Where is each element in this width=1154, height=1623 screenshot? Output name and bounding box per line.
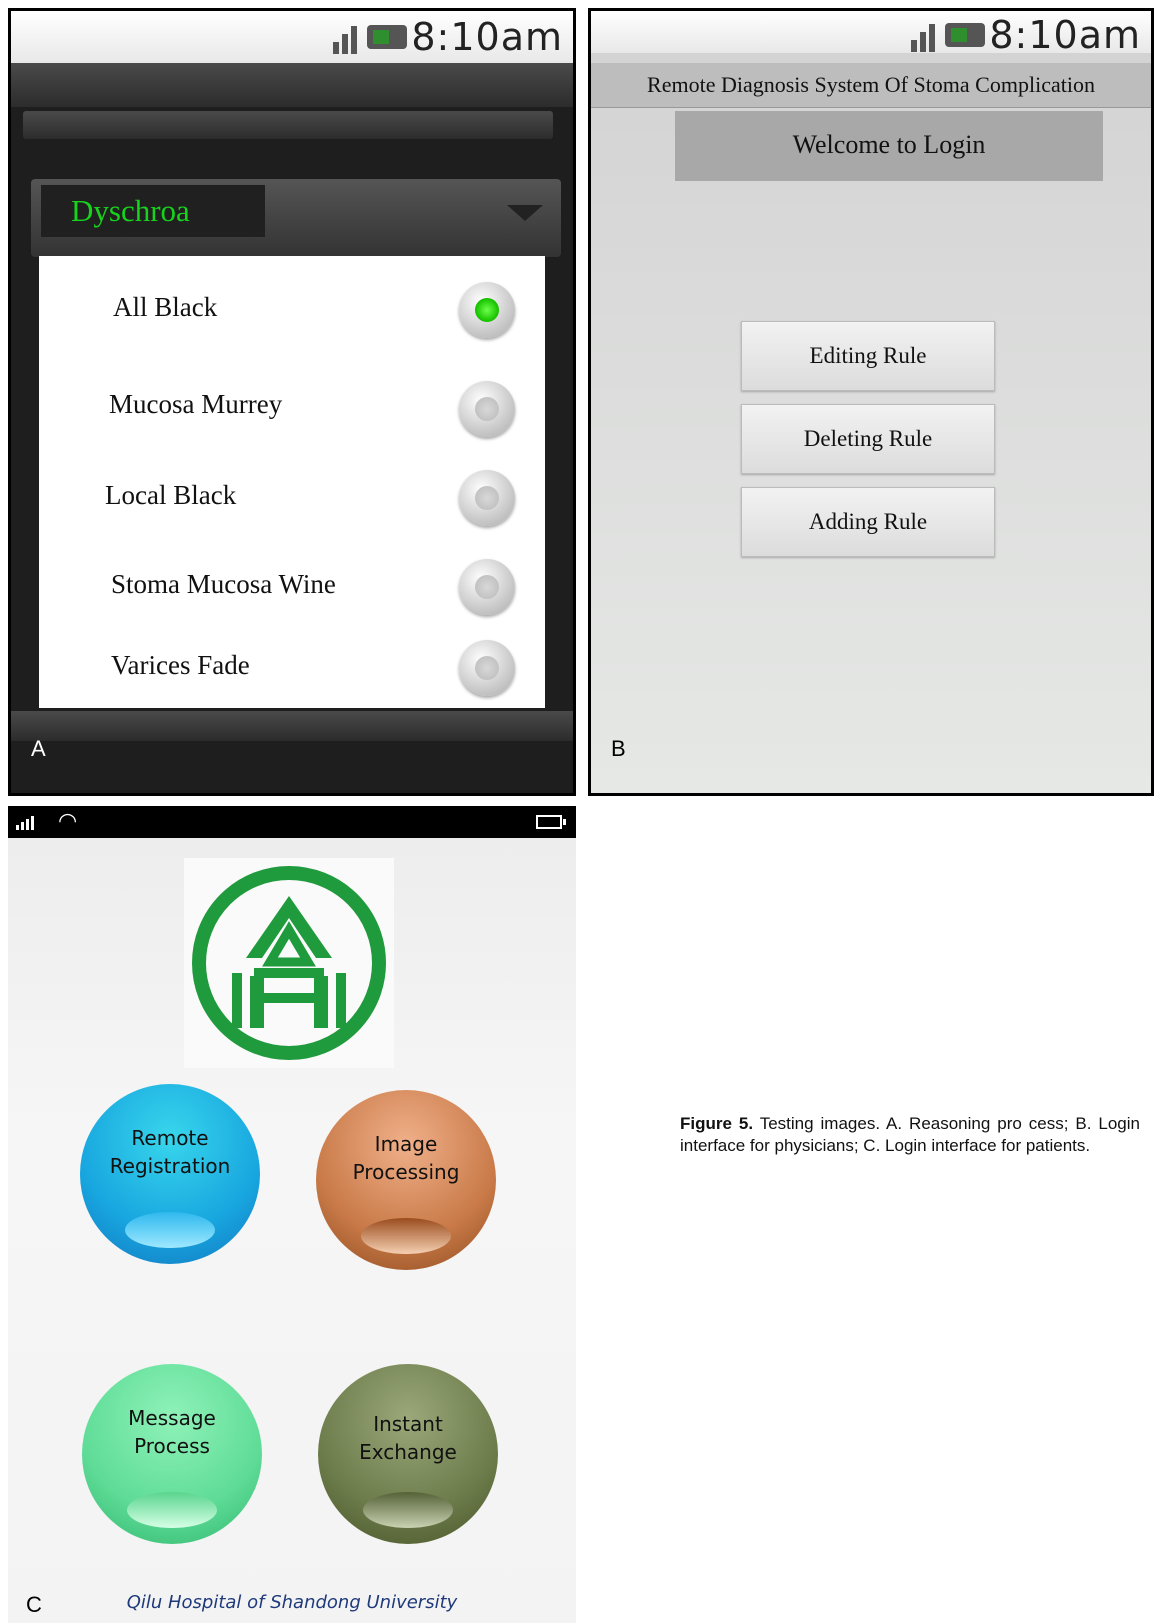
status-bar: 8:10am — [11, 11, 573, 63]
bubble-label-line1: Image — [374, 1132, 438, 1156]
bubble-label-line2: Registration — [109, 1154, 231, 1178]
bubble-label-line2: Exchange — [359, 1440, 457, 1464]
bubble-label-line1: Instant — [373, 1412, 443, 1436]
dropdown-value: Dyschroa — [41, 185, 265, 237]
bubble-label-line2: Processing — [352, 1160, 460, 1184]
option-label: Varices Fade — [111, 650, 250, 680]
option-label: Local Black — [105, 480, 237, 510]
radio-unselected-icon[interactable] — [459, 640, 515, 696]
chevron-down-icon[interactable] — [507, 205, 543, 221]
signal-icon — [16, 814, 34, 830]
radio-selected-icon[interactable] — [459, 282, 515, 338]
instant-exchange-button[interactable]: Instant Exchange — [318, 1364, 498, 1544]
radio-unselected-icon[interactable] — [459, 470, 515, 526]
option-varices-fade[interactable]: Varices Fade — [39, 628, 545, 708]
bottom-band — [11, 711, 573, 741]
bubble-gloss — [363, 1492, 453, 1528]
battery-icon — [367, 25, 408, 49]
panel-c-patient-login-screen: ◠ Remote Registration Image Processing M… — [8, 806, 576, 1623]
options-list-popup: All Black Mucosa Murrey Local Black Stom… — [39, 256, 545, 708]
option-all-black[interactable]: All Black — [39, 270, 545, 350]
option-label: Stoma Mucosa Wine — [111, 569, 336, 599]
option-label: All Black — [113, 292, 218, 322]
panel-letter: B — [611, 736, 626, 761]
adding-rule-button[interactable]: Adding Rule — [741, 487, 995, 557]
figure-caption: Figure 5. Testing images. A. Reasoning p… — [680, 1113, 1140, 1157]
message-process-button[interactable]: Message Process — [82, 1364, 262, 1544]
radio-unselected-icon[interactable] — [459, 381, 515, 437]
bubble-gloss — [127, 1492, 217, 1528]
app-title-bar: Remote Diagnosis System Of Stoma Complic… — [591, 63, 1151, 108]
hospital-logo-svg — [192, 866, 386, 1060]
deleting-rule-button[interactable]: Deleting Rule — [741, 404, 995, 474]
hospital-logo-icon — [184, 858, 394, 1068]
option-stoma-mucosa-wine[interactable]: Stoma Mucosa Wine — [39, 547, 545, 627]
figure-label: Figure 5. — [680, 1114, 754, 1133]
remote-registration-button[interactable]: Remote Registration — [80, 1084, 260, 1264]
title-band — [11, 63, 573, 107]
battery-icon — [536, 815, 566, 829]
bubble-label-line1: Message — [128, 1406, 216, 1430]
wifi-icon: ◠ — [58, 808, 78, 833]
status-time: 8:10am — [989, 13, 1141, 57]
welcome-banner: Welcome to Login — [675, 111, 1103, 181]
panel-a-reasoning-screen: 8:10am Dyschroa All Black Mucosa Murrey … — [8, 8, 576, 796]
network-icon — [911, 18, 941, 52]
bubble-gloss — [361, 1218, 451, 1254]
hospital-name: Qilu Hospital of Shandong University — [126, 1592, 458, 1613]
option-local-black[interactable]: Local Black — [39, 458, 545, 538]
status-bar: 8:10am — [591, 11, 1151, 57]
panel-b-physician-login-screen: 8:10am Remote Diagnosis System Of Stoma … — [588, 8, 1154, 796]
input-band — [23, 111, 553, 139]
status-time: 8:10am — [411, 15, 563, 59]
bubble-label-line2: Process — [134, 1434, 210, 1458]
status-icons: 8:10am — [333, 15, 563, 59]
option-mucosa-murrey[interactable]: Mucosa Murrey — [39, 367, 545, 447]
editing-rule-button[interactable]: Editing Rule — [741, 321, 995, 391]
panel-letter: A — [31, 736, 46, 761]
image-processing-button[interactable]: Image Processing — [316, 1090, 496, 1270]
option-label: Mucosa Murrey — [109, 389, 283, 419]
radio-unselected-icon[interactable] — [459, 559, 515, 615]
battery-icon — [945, 23, 986, 47]
network-icon — [333, 20, 363, 54]
status-icons: 8:10am — [911, 13, 1141, 57]
status-bar: ◠ — [8, 806, 576, 838]
category-dropdown[interactable]: Dyschroa — [31, 179, 561, 257]
bubble-label-line1: Remote — [131, 1126, 209, 1150]
bubble-gloss — [125, 1212, 215, 1248]
